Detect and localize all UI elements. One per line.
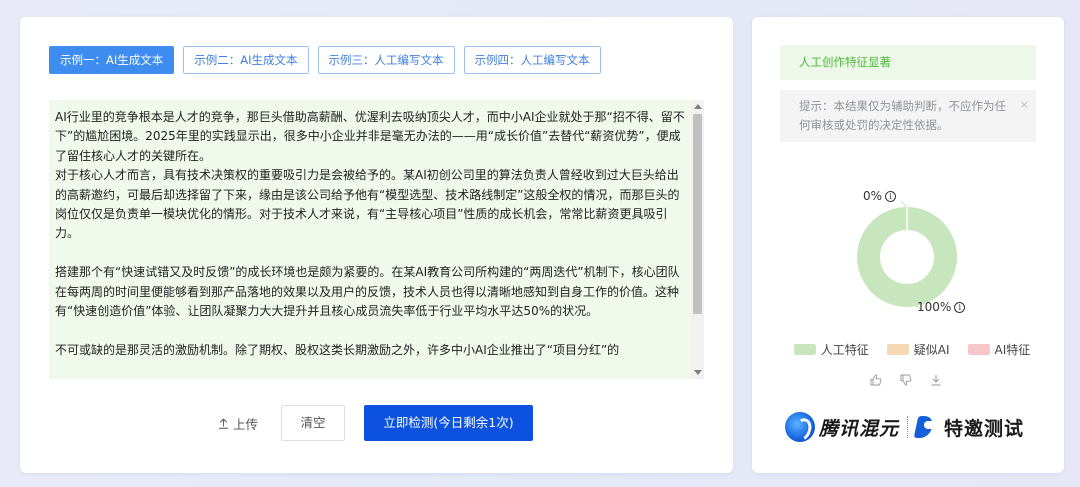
close-icon[interactable]: ×: [1020, 95, 1029, 114]
text-paragraph: 对于核心人才而言，具有技术决策权的重要吸引力是会被给予的。某AI初创公司里的算法…: [55, 168, 680, 241]
upload-label: 上传: [233, 417, 259, 432]
legend-swatch: [886, 344, 909, 355]
scroll-down-icon[interactable]: [694, 370, 702, 375]
brand-divider: [907, 416, 909, 438]
pct-label-human: 100% i: [917, 300, 966, 314]
example-tabs: 示例一：AI生成文本 示例二：AI生成文本 示例三：人工编写文本 示例四：人工编…: [49, 46, 601, 74]
invite-label: 特邀测试: [944, 417, 1025, 440]
result-donut-chart: [852, 197, 962, 317]
scroll-up-icon[interactable]: [694, 104, 702, 109]
download-icon[interactable]: [930, 374, 942, 386]
legend-label: 疑似AI: [913, 343, 950, 357]
text-content[interactable]: AI行业里的竞争根本是人才的竞争，那巨头借助高薪酬、优渥利去吸纳顶尖人才，而中小…: [55, 108, 685, 360]
upload-button[interactable]: 上传: [218, 414, 258, 433]
text-input-area[interactable]: AI行业里的竞争根本是人才的竞争，那巨头借助高薪酬、优渥利去吸纳顶尖人才，而中小…: [49, 100, 704, 379]
text-paragraph: 搭建那个有“快速试错又及时反馈”的成长环境也是颇为紧要的。在某AI教育公司所构建…: [55, 265, 680, 319]
pct-ai-value: 0%: [863, 189, 883, 203]
detect-button[interactable]: 立即检测(今日剩余1次): [364, 405, 533, 441]
donut-slice-0: [857, 207, 957, 307]
scrollbar[interactable]: [691, 100, 704, 379]
info-icon[interactable]: i: [954, 301, 966, 313]
notice-box: 提示：本结果仅为辅助判断，不应作为任何审核或处罚的决定性依据。 ×: [780, 90, 1036, 142]
pct-human-value: 100%: [917, 300, 952, 314]
legend-item-ai: AI特征: [967, 341, 1031, 358]
notice-text: 提示：本结果仅为辅助判断，不应作为任何审核或处罚的决定性依据。: [799, 99, 1006, 132]
legend-item-human: 人工特征: [793, 341, 869, 358]
donut-leader-line-0: [900, 200, 908, 208]
input-panel: 示例一：AI生成文本 示例二：AI生成文本 示例三：人工编写文本 示例四：人工编…: [20, 17, 733, 473]
legend-label: 人工特征: [820, 343, 869, 357]
tab-example-4[interactable]: 示例四：人工编写文本: [463, 46, 601, 74]
action-bar: 上传 清空 立即检测(今日剩余1次): [20, 405, 733, 441]
info-icon[interactable]: i: [885, 190, 897, 202]
donut-svg: [857, 200, 957, 310]
hunyuan-logo-icon: [785, 412, 815, 442]
text-blank-line: [55, 244, 685, 263]
result-banner: 人工创作特征显著: [780, 45, 1036, 80]
chart-legend: 人工特征 疑似AI AI特征: [792, 341, 1032, 358]
thumbs-up-icon[interactable]: [870, 374, 882, 386]
scroll-thumb[interactable]: [693, 114, 702, 314]
legend-swatch: [967, 344, 990, 355]
text-blank-line: [55, 321, 685, 340]
pct-label-ai: 0% i: [863, 189, 897, 203]
legend-label: AI特征: [994, 343, 1031, 357]
tab-example-1[interactable]: 示例一：AI生成文本: [49, 46, 175, 74]
invite-logo-icon: [916, 416, 942, 438]
feedback-bar: [870, 374, 942, 386]
result-panel: 人工创作特征显著 提示：本结果仅为辅助判断，不应作为任何审核或处罚的决定性依据。…: [752, 17, 1064, 473]
legend-item-suspect: 疑似AI: [886, 341, 950, 358]
clear-button[interactable]: 清空: [281, 405, 345, 441]
upload-icon: [219, 418, 228, 429]
tab-example-2[interactable]: 示例二：AI生成文本: [183, 46, 309, 74]
brand-bar: 腾讯混元 特邀测试: [785, 410, 1035, 444]
thumbs-down-icon[interactable]: [900, 374, 912, 386]
brand-name: 腾讯混元: [819, 417, 900, 440]
text-paragraph: AI行业里的竞争根本是人才的竞争，那巨头借助高薪酬、优渥利去吸纳顶尖人才，而中小…: [55, 110, 685, 163]
text-paragraph: 不可或缺的是那灵活的激励机制。除了期权、股权这类长期激励之外，许多中小AI企业推…: [55, 342, 620, 357]
tab-example-3[interactable]: 示例三：人工编写文本: [317, 46, 455, 74]
legend-swatch: [793, 344, 816, 355]
